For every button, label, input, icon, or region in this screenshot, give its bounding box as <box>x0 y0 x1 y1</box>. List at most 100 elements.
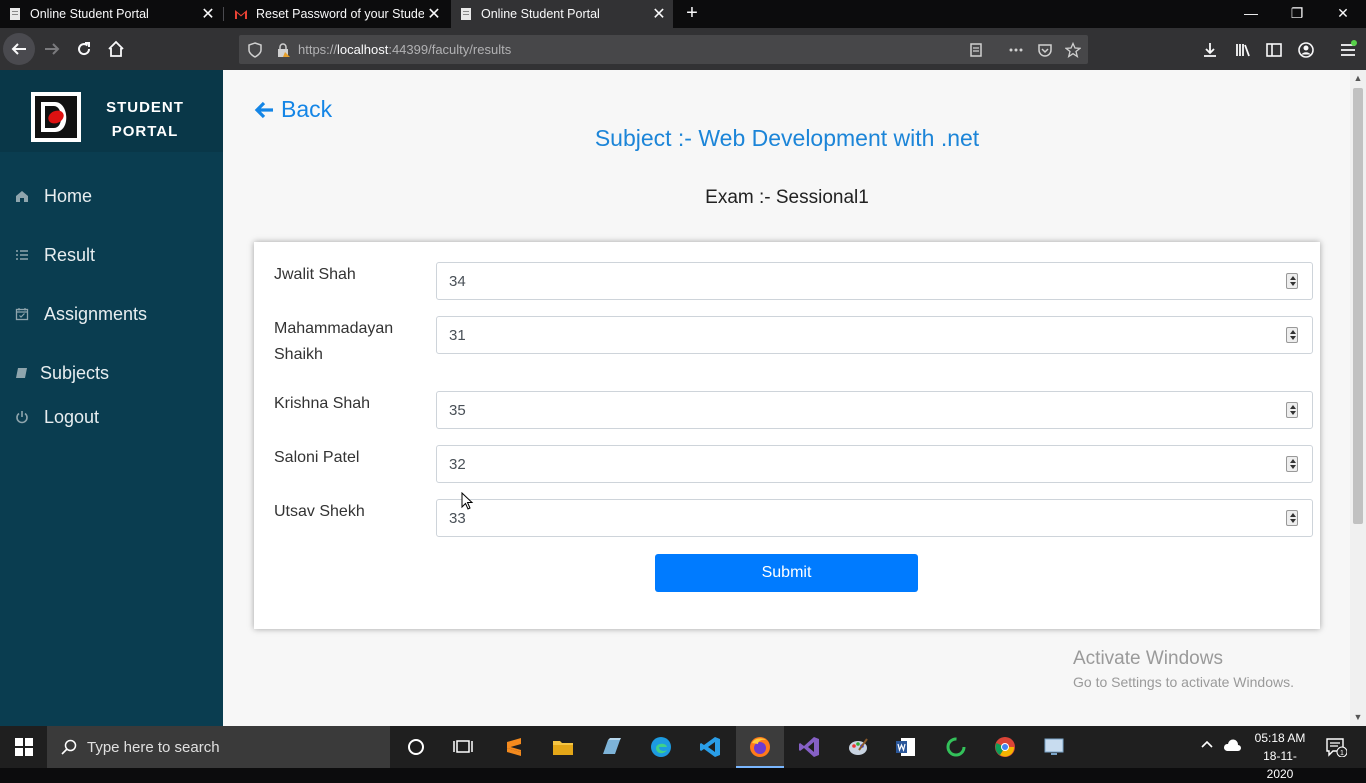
home-button[interactable] <box>100 33 132 65</box>
scroll-up-icon[interactable]: ▲ <box>1353 73 1363 83</box>
sidebar-item-subjects[interactable]: Subjects <box>0 355 223 391</box>
account-icon[interactable] <box>1296 40 1316 60</box>
bookmark-star-icon[interactable] <box>1065 42 1081 58</box>
close-icon[interactable]: ✕ <box>649 4 669 24</box>
reload-icon <box>78 42 91 56</box>
notification-center-icon[interactable]: 1 <box>1325 737 1347 757</box>
task-view-icon[interactable] <box>450 734 476 760</box>
library-icon[interactable] <box>1233 40 1253 60</box>
number-spinner[interactable] <box>1286 510 1298 526</box>
page-icon <box>461 8 471 20</box>
number-spinner[interactable] <box>1286 402 1298 418</box>
sidebar-item-label: Subjects <box>40 362 110 383</box>
search-icon <box>61 739 77 755</box>
windows-logo-icon <box>14 738 33 756</box>
marks-value: 35 <box>449 401 466 419</box>
scroll-thumb[interactable] <box>1353 88 1363 524</box>
tab-online-student-portal-1[interactable]: Online Student Portal ✕ <box>0 0 222 28</box>
sidebar-item-label: Home <box>44 185 93 206</box>
watermark-line-2: Go to Settings to activate Windows. <box>1073 674 1294 690</box>
sidebar-item-result[interactable]: Result <box>0 237 223 273</box>
browser-forward-button[interactable] <box>36 33 68 65</box>
sync-app-icon[interactable] <box>943 734 969 760</box>
taskbar-search[interactable]: Type here to search <box>47 726 390 768</box>
sidebar-item-label: Assignments <box>44 303 148 324</box>
new-tab-button[interactable]: + <box>680 0 704 28</box>
file-explorer-icon[interactable] <box>550 734 576 760</box>
lock-warning-icon[interactable] <box>275 42 291 58</box>
back-link[interactable]: Back <box>253 96 332 123</box>
reload-button[interactable] <box>68 33 100 65</box>
more-actions-icon[interactable] <box>1008 42 1024 58</box>
marks-input[interactable]: 33 <box>436 499 1313 537</box>
home-icon <box>108 40 124 57</box>
cortana-icon[interactable] <box>403 734 429 760</box>
back-label: Back <box>281 96 333 122</box>
edge-icon[interactable] <box>648 734 674 760</box>
clock-date: 18-11-2020 <box>1263 749 1297 781</box>
download-icon[interactable] <box>1200 40 1220 60</box>
exam-title: Exam :- Sessional1 <box>705 187 869 208</box>
tab-online-student-portal-active[interactable]: Online Student Portal ✕ <box>451 0 673 28</box>
tab-title: Online Student Portal <box>30 7 149 21</box>
chevron-up-icon[interactable] <box>1200 738 1214 752</box>
number-spinner[interactable] <box>1286 456 1298 472</box>
onedrive-cloud-icon[interactable] <box>1222 738 1242 754</box>
hamburger-menu-icon[interactable] <box>1338 40 1358 60</box>
windows-taskbar: Type here to search 05:18 AM 18-11-2020 … <box>0 726 1366 781</box>
vscode-icon[interactable] <box>697 734 723 760</box>
browser-back-button[interactable] <box>3 33 35 65</box>
marks-input[interactable]: 35 <box>436 391 1313 429</box>
paint-app-icon[interactable] <box>845 734 871 760</box>
brand-title: STUDENT PORTAL <box>100 96 190 144</box>
student-name: Utsav Shekh <box>274 503 365 520</box>
arrow-left-icon <box>254 101 273 118</box>
address-bar[interactable]: https://localhost:44399/faculty/results <box>239 35 1088 64</box>
pocket-icon[interactable] <box>1037 42 1053 58</box>
system-clock[interactable]: 05:18 AM 18-11-2020 <box>1253 729 1307 783</box>
remote-desktop-icon[interactable] <box>1041 734 1067 760</box>
url-path: :44399/faculty/results <box>388 42 512 57</box>
number-spinner[interactable] <box>1286 273 1298 289</box>
page-scrollbar[interactable]: ▲ ▼ <box>1350 70 1366 726</box>
marks-input[interactable]: 34 <box>436 262 1313 300</box>
student-name: Saloni Patel <box>274 449 360 466</box>
watermark-line-1: Activate Windows <box>1073 648 1223 669</box>
reader-view-icon[interactable] <box>968 42 984 58</box>
close-window-button[interactable]: ✕ <box>1320 0 1366 28</box>
minimize-button[interactable]: — <box>1228 0 1274 28</box>
tab-reset-password[interactable]: Reset Password of your Student ✕ <box>226 0 448 28</box>
url-host: localhost <box>337 42 389 57</box>
arrow-left-icon <box>11 43 26 55</box>
notepad-app-icon[interactable] <box>598 734 624 760</box>
logo-icon <box>31 92 81 142</box>
marks-input[interactable]: 31 <box>436 316 1313 354</box>
number-spinner[interactable] <box>1286 327 1298 343</box>
chrome-icon[interactable] <box>992 734 1018 760</box>
marks-value: 32 <box>449 455 466 473</box>
sublime-text-icon[interactable] <box>501 734 527 760</box>
list-icon <box>16 250 28 260</box>
sidebar: STUDENT PORTAL Home Result Assignments S… <box>0 70 223 726</box>
restore-button[interactable]: ❐ <box>1274 0 1320 28</box>
sidebar-item-logout[interactable]: Logout <box>0 399 223 435</box>
sidebar-toggle-icon[interactable] <box>1264 40 1284 60</box>
shield-icon[interactable] <box>247 42 263 58</box>
close-icon[interactable]: ✕ <box>424 4 444 24</box>
sidebar-item-label: Logout <box>44 406 100 427</box>
calendar-icon <box>15 308 29 321</box>
sidebar-item-assignments[interactable]: Assignments <box>0 296 223 332</box>
marks-input[interactable]: 32 <box>436 445 1313 483</box>
mouse-cursor-icon <box>461 492 474 510</box>
firefox-icon[interactable] <box>747 734 773 760</box>
book-icon <box>16 368 27 378</box>
submit-button[interactable]: Submit <box>655 554 918 592</box>
word-icon[interactable] <box>893 734 919 760</box>
sidebar-item-home[interactable]: Home <box>0 178 223 214</box>
start-button[interactable] <box>0 726 47 768</box>
close-icon[interactable]: ✕ <box>198 4 218 24</box>
brand-line-1: STUDENT <box>106 99 184 116</box>
visual-studio-icon[interactable] <box>796 734 822 760</box>
scroll-down-icon[interactable]: ▼ <box>1353 712 1363 722</box>
home-icon <box>16 191 28 202</box>
